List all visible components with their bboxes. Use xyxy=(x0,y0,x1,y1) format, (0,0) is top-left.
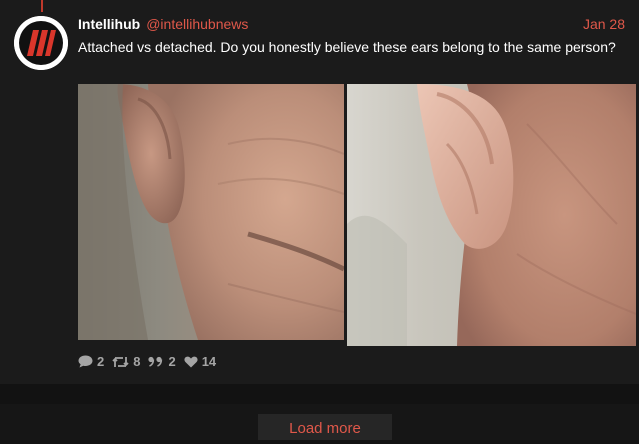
user-handle[interactable]: @intellihubnews xyxy=(146,16,248,32)
reply-icon xyxy=(78,355,93,368)
photo-right-image xyxy=(347,84,636,346)
load-more-button[interactable]: Load more xyxy=(258,414,392,440)
display-name[interactable]: Intellihub xyxy=(78,16,140,32)
retweet-count: 8 xyxy=(133,354,141,369)
thread-line xyxy=(41,0,43,12)
like-count: 14 xyxy=(201,354,217,369)
retweet-button[interactable]: 8 xyxy=(112,354,140,369)
reply-count: 2 xyxy=(97,354,105,369)
reply-button[interactable]: 2 xyxy=(78,354,104,369)
tweet-card: Intellihub @intellihubnews Jan 28 Attache… xyxy=(0,0,639,384)
tweet-date[interactable]: Jan 28 xyxy=(583,15,625,33)
media-grid xyxy=(78,84,636,346)
photo-left-image xyxy=(78,84,344,340)
retweet-icon xyxy=(112,356,129,367)
avatar[interactable] xyxy=(14,16,68,70)
tweet-header: Intellihub @intellihubnews Jan 28 xyxy=(78,15,629,35)
quote-icon xyxy=(148,356,163,367)
tweet-text: Attached vs detached. Do you honestly be… xyxy=(78,39,616,55)
intellihub-logo-icon xyxy=(14,16,68,70)
heart-icon xyxy=(184,356,198,367)
tweet-actions: 2 8 2 14 xyxy=(78,354,224,369)
quote-button[interactable]: 2 xyxy=(148,354,176,369)
ear-photo-detached[interactable] xyxy=(347,84,636,346)
quote-count: 2 xyxy=(168,354,176,369)
ear-photo-attached[interactable] xyxy=(78,84,344,340)
like-button[interactable]: 14 xyxy=(184,354,216,369)
